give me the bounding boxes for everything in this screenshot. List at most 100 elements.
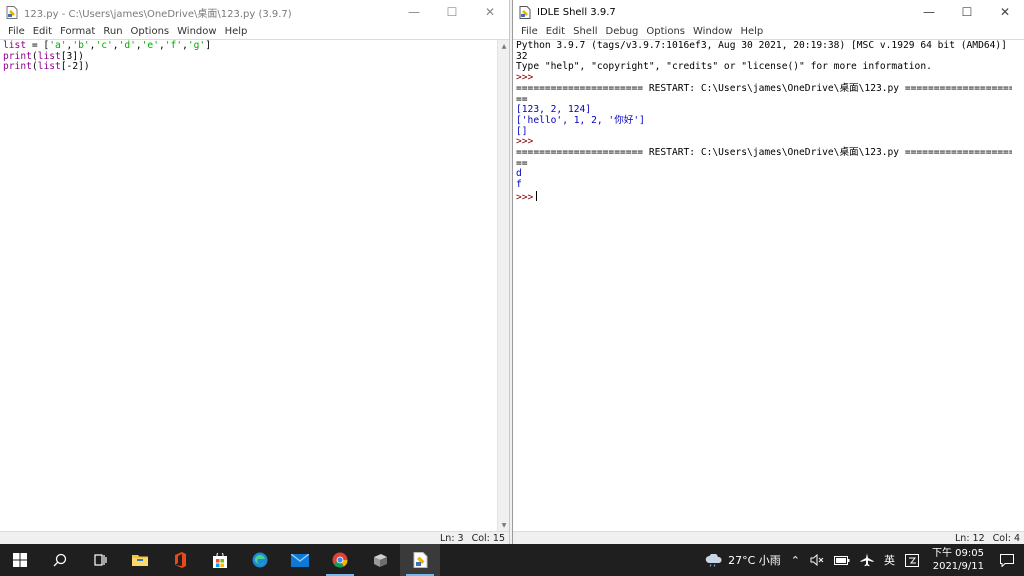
shell-output-line: [] bbox=[516, 125, 528, 137]
notification-center-button[interactable] bbox=[992, 544, 1024, 576]
shell-window: IDLE Shell 3.9.7 — ☐ ✕ File Edit Shell D… bbox=[512, 0, 1024, 544]
taskbar: 27°C 小雨 ⌃ 英 下午 09:05 2021/9/11 bbox=[0, 544, 1024, 576]
windows-logo-icon bbox=[13, 553, 27, 567]
editor-window: 123.py - C:\Users\james\OneDrive\桌面\123.… bbox=[0, 0, 510, 544]
scroll-up-arrow-icon[interactable]: ▲ bbox=[498, 40, 509, 52]
maximize-button[interactable]: ☐ bbox=[433, 0, 471, 24]
editor-scrollbar[interactable]: ▲ ▼ bbox=[497, 40, 509, 531]
menu-window[interactable]: Window bbox=[173, 26, 220, 37]
menu-format[interactable]: Format bbox=[56, 26, 99, 37]
edge-button[interactable] bbox=[240, 544, 280, 576]
chevron-up-icon: ⌃ bbox=[790, 553, 800, 567]
battery-icon bbox=[834, 555, 850, 565]
folder-icon bbox=[132, 555, 148, 566]
volume-muted-icon bbox=[810, 554, 824, 566]
task-view-icon bbox=[94, 554, 107, 566]
minimize-button[interactable]: — bbox=[910, 0, 948, 24]
idle-taskbar-button[interactable] bbox=[400, 544, 440, 576]
menu-file[interactable]: File bbox=[4, 26, 29, 37]
ime-pad-icon bbox=[905, 553, 919, 567]
line-number: Ln: 12 bbox=[955, 532, 985, 544]
scroll-down-arrow-icon[interactable]: ▼ bbox=[498, 519, 509, 531]
menu-window[interactable]: Window bbox=[689, 26, 736, 37]
maximize-icon: ☐ bbox=[961, 5, 973, 19]
weather-text: 27°C 小雨 bbox=[728, 554, 781, 567]
mail-button[interactable] bbox=[280, 544, 320, 576]
show-hidden-icons-button[interactable]: ⌃ bbox=[786, 544, 805, 576]
task-view-button[interactable] bbox=[80, 544, 120, 576]
menu-edit[interactable]: Edit bbox=[542, 26, 569, 37]
volume-button[interactable] bbox=[805, 544, 829, 576]
input-language-indicator[interactable]: 英 bbox=[879, 544, 900, 576]
shell-input-line[interactable]: >>> bbox=[516, 190, 1009, 204]
shell-prompt: >>> bbox=[516, 191, 534, 203]
notification-icon bbox=[1000, 553, 1014, 567]
column-number: Col: 15 bbox=[471, 532, 505, 544]
menu-edit[interactable]: Edit bbox=[29, 26, 56, 37]
search-icon bbox=[53, 553, 67, 567]
airplane-mode-button[interactable] bbox=[855, 544, 879, 576]
code-editor[interactable]: list = ['a','b','c','d','e','f','g'] prin… bbox=[0, 40, 497, 531]
menu-help[interactable]: Help bbox=[736, 26, 767, 37]
close-icon: ✕ bbox=[999, 5, 1011, 19]
shell-statusbar: Ln: 12 Col: 4 bbox=[513, 531, 1024, 544]
code-line-3: print(list[-2]) bbox=[3, 61, 90, 73]
office-icon bbox=[175, 552, 186, 568]
menu-file[interactable]: File bbox=[517, 26, 542, 37]
maximize-button[interactable]: ☐ bbox=[948, 0, 986, 24]
office-button[interactable] bbox=[160, 544, 200, 576]
restart-line-tail: == bbox=[516, 157, 528, 169]
clock[interactable]: 下午 09:05 2021/9/11 bbox=[924, 547, 992, 573]
ime-options-button[interactable] bbox=[900, 544, 924, 576]
restart-line: ====================== RESTART: C:\Users… bbox=[516, 82, 1012, 94]
minimize-icon: — bbox=[408, 5, 420, 19]
search-button[interactable] bbox=[40, 544, 80, 576]
chrome-button[interactable] bbox=[320, 544, 360, 576]
shell-line: Python 3.9.7 (tags/v3.9.7:1016ef3, Aug 3… bbox=[516, 40, 1012, 51]
shell-titlebar[interactable]: IDLE Shell 3.9.7 — ☐ ✕ bbox=[513, 0, 1024, 24]
shell-output[interactable]: Python 3.9.7 (tags/v3.9.7:1016ef3, Aug 3… bbox=[513, 40, 1012, 531]
mail-icon bbox=[291, 553, 309, 567]
menu-options[interactable]: Options bbox=[642, 26, 689, 37]
close-icon: ✕ bbox=[484, 5, 496, 19]
package-icon bbox=[374, 553, 387, 567]
shell-title: IDLE Shell 3.9.7 bbox=[537, 6, 616, 18]
edge-icon bbox=[252, 552, 268, 568]
minimize-icon: — bbox=[923, 5, 935, 19]
cloud-rain-icon bbox=[705, 553, 722, 567]
column-number: Col: 4 bbox=[992, 532, 1020, 544]
shell-scrollbar[interactable] bbox=[1012, 40, 1024, 531]
system-tray: 27°C 小雨 ⌃ 英 下午 09:05 2021/9/11 bbox=[700, 544, 1024, 576]
app-button[interactable] bbox=[360, 544, 400, 576]
menu-run[interactable]: Run bbox=[99, 26, 126, 37]
menu-help[interactable]: Help bbox=[221, 26, 252, 37]
start-button[interactable] bbox=[0, 544, 40, 576]
desktop: 123.py - C:\Users\james\OneDrive\桌面\123.… bbox=[0, 0, 1024, 544]
menu-debug[interactable]: Debug bbox=[602, 26, 643, 37]
battery-button[interactable] bbox=[829, 544, 855, 576]
close-button[interactable]: ✕ bbox=[471, 0, 509, 24]
idle-icon bbox=[413, 552, 427, 568]
shell-menubar: File Edit Shell Debug Options Window Hel… bbox=[513, 24, 1024, 40]
editor-statusbar: Ln: 3 Col: 15 bbox=[0, 531, 509, 544]
menu-shell[interactable]: Shell bbox=[569, 26, 601, 37]
microsoft-store-button[interactable] bbox=[200, 544, 240, 576]
shell-output-line: d bbox=[516, 168, 522, 180]
shell-output-line: f bbox=[516, 179, 522, 191]
editor-title: 123.py - C:\Users\james\OneDrive\桌面\123.… bbox=[24, 8, 292, 20]
store-icon bbox=[213, 552, 227, 568]
restart-line: ====================== RESTART: C:\Users… bbox=[516, 147, 1012, 159]
ime-text: 英 bbox=[884, 554, 895, 567]
idle-file-icon bbox=[6, 5, 18, 19]
chrome-icon bbox=[332, 552, 348, 568]
text-cursor bbox=[536, 190, 538, 201]
shell-output-line: ['hello', 1, 2, '你好'] bbox=[516, 114, 645, 126]
file-explorer-button[interactable] bbox=[120, 544, 160, 576]
editor-titlebar[interactable]: 123.py - C:\Users\james\OneDrive\桌面\123.… bbox=[0, 0, 509, 24]
close-button[interactable]: ✕ bbox=[986, 0, 1024, 24]
idle-shell-icon bbox=[519, 5, 531, 19]
weather-widget[interactable]: 27°C 小雨 bbox=[700, 544, 786, 576]
maximize-icon: ☐ bbox=[446, 5, 458, 19]
minimize-button[interactable]: — bbox=[395, 0, 433, 24]
menu-options[interactable]: Options bbox=[127, 26, 174, 37]
